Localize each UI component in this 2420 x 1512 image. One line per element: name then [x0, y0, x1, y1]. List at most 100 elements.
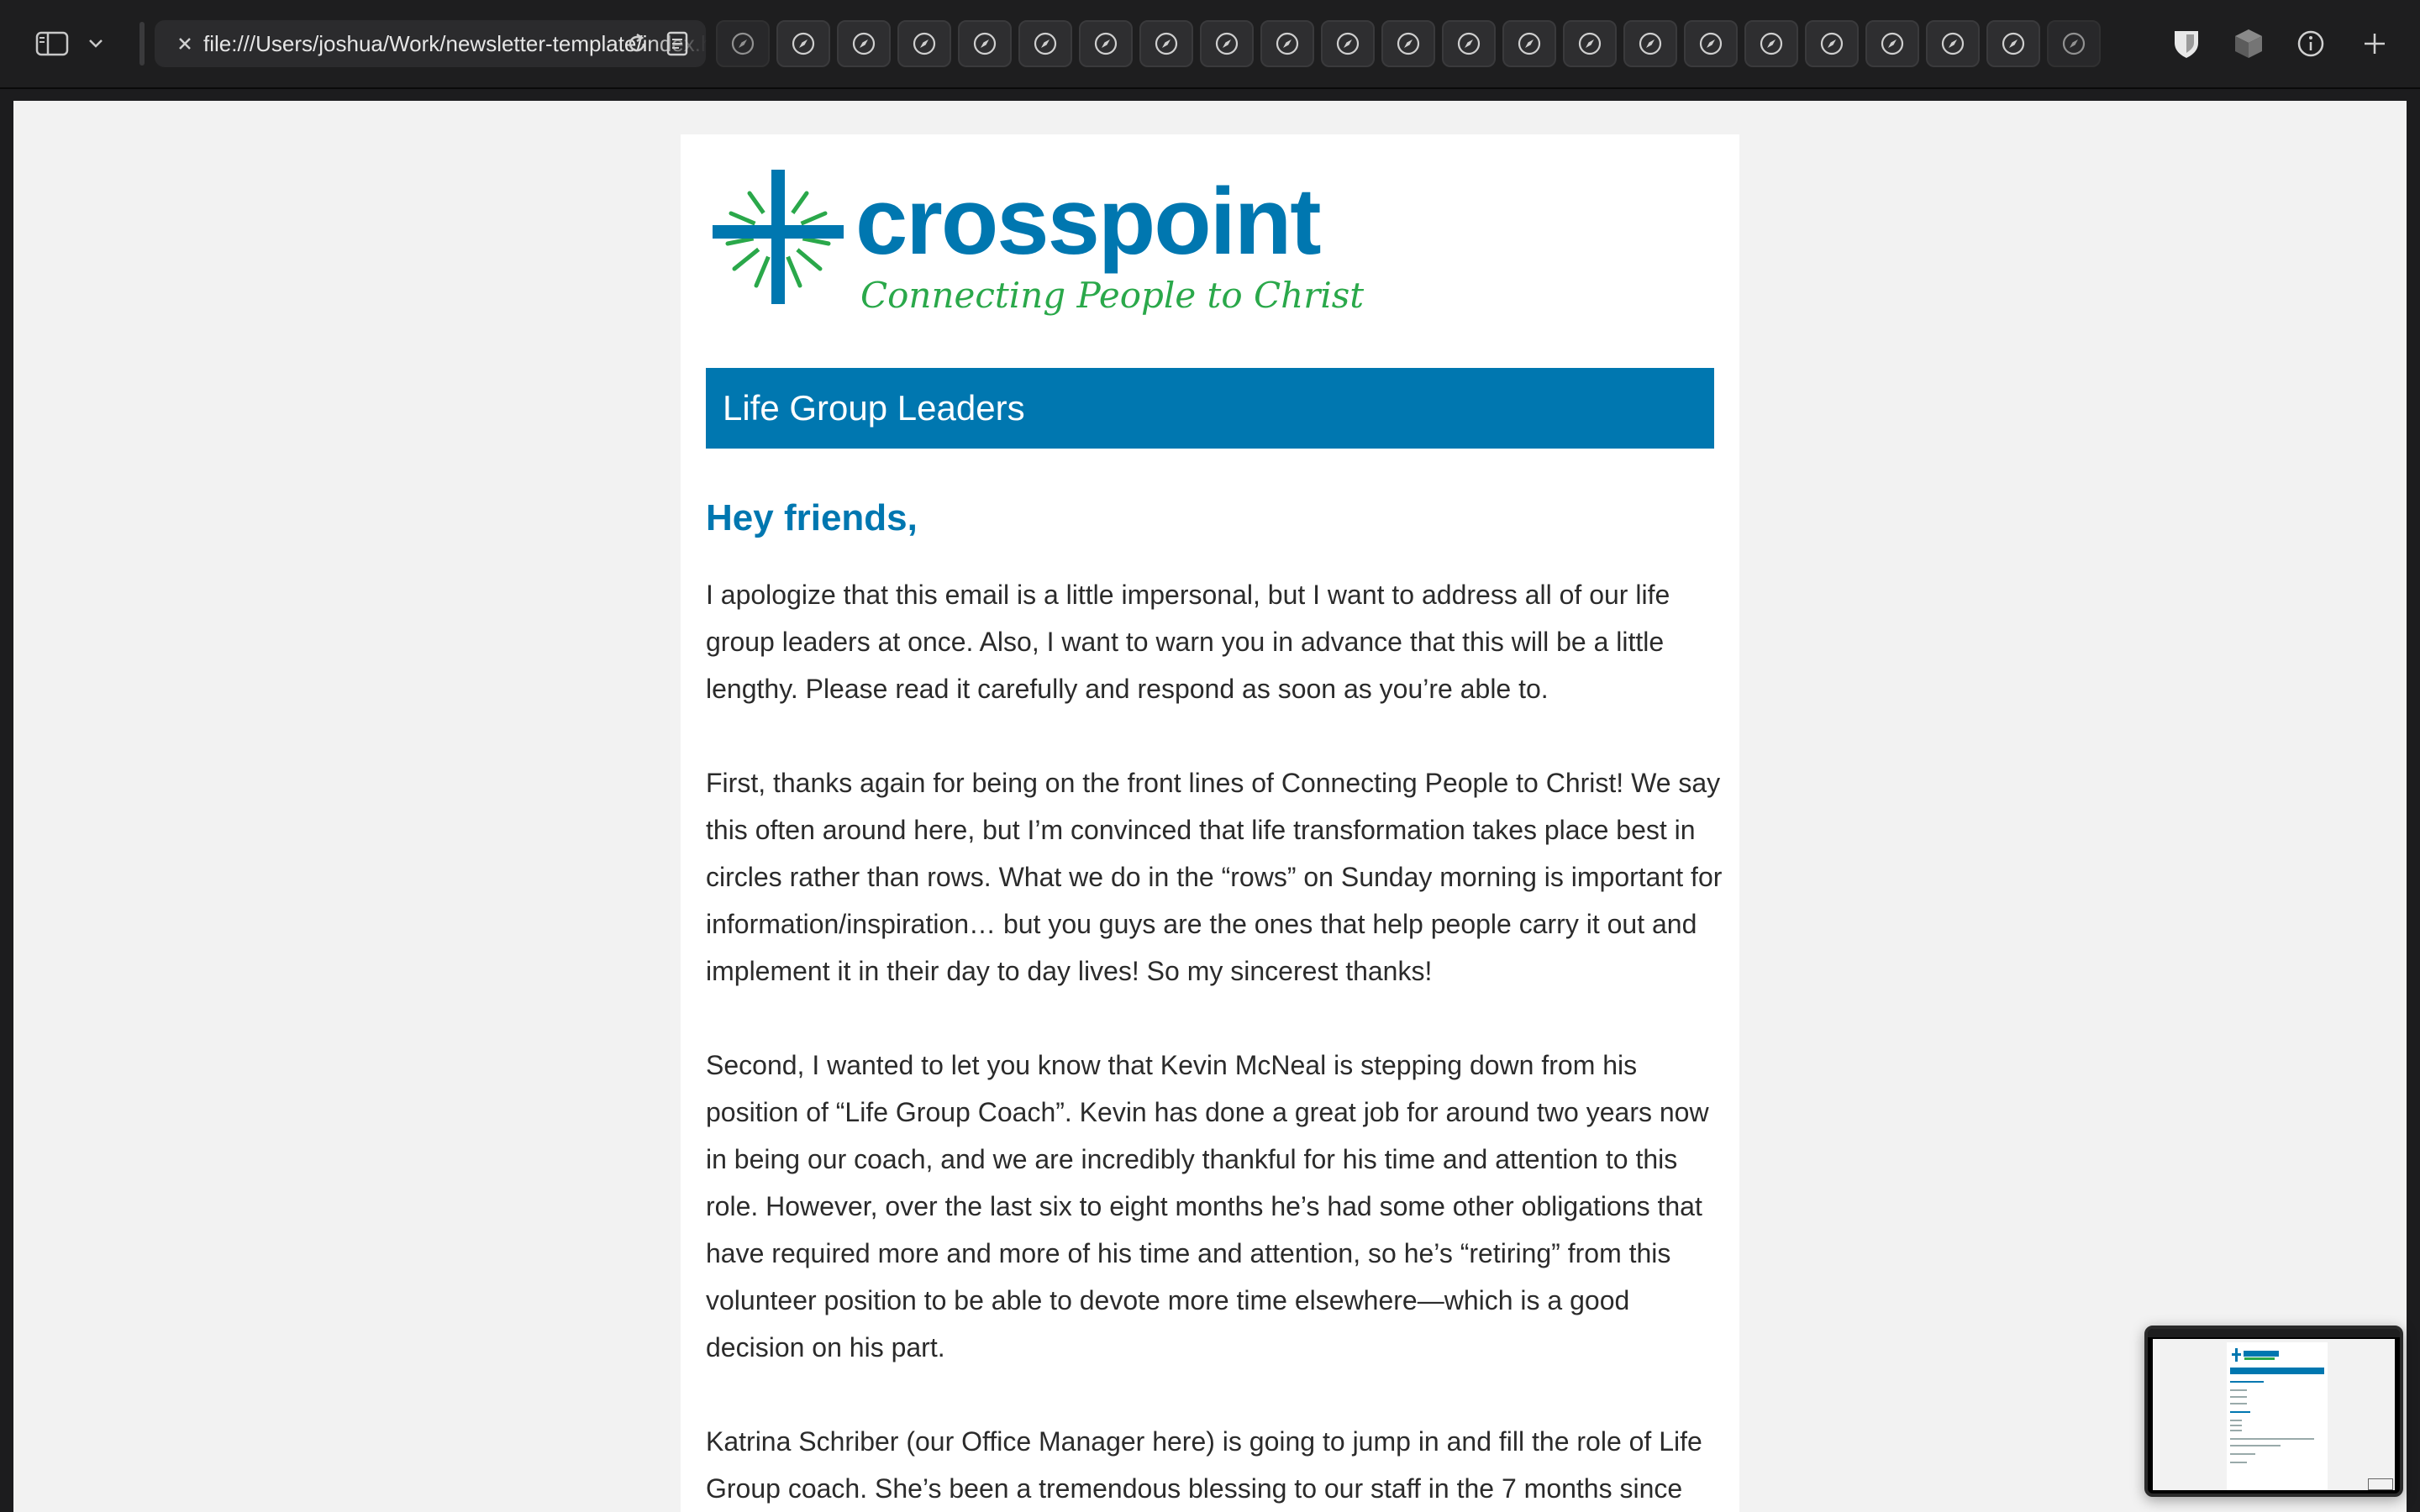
- browser-tab[interactable]: [1502, 20, 1556, 67]
- sidebar-icon: [35, 31, 69, 56]
- thumbnail-line: [2230, 1453, 2255, 1455]
- compass-icon: [973, 32, 997, 55]
- thumbnail-line: [2230, 1420, 2242, 1421]
- compass-icon: [1397, 32, 1420, 55]
- crosspoint-logo[interactable]: crosspoint Connecting People to Christ: [711, 160, 1400, 319]
- compass-icon: [1155, 32, 1178, 55]
- sidebar-toggle-button[interactable]: [30, 24, 74, 64]
- browser-tab[interactable]: [1200, 20, 1254, 67]
- chevron-down-icon: [89, 39, 103, 48]
- browser-tab[interactable]: [1926, 20, 1980, 67]
- thumbnail-logo: [2232, 1348, 2279, 1362]
- browser-tab[interactable]: [2047, 20, 2101, 67]
- reload-button[interactable]: [617, 24, 657, 64]
- compass-icon: [852, 32, 876, 55]
- thumbnail-toolbar: [2148, 1329, 2400, 1337]
- browser-tab[interactable]: [1805, 20, 1859, 67]
- browser-tab[interactable]: [1986, 20, 2040, 67]
- section-banner: Life Group Leaders: [706, 368, 1714, 449]
- greeting-heading: Hey friends,: [706, 497, 918, 538]
- stop-loading-button[interactable]: [165, 24, 205, 64]
- thumbnail-line: [2230, 1462, 2247, 1463]
- thumbnail-line: [2230, 1425, 2242, 1426]
- thumbnail-line: [2230, 1403, 2247, 1404]
- thumbnail-line: [2230, 1445, 2281, 1446]
- body-paragraph: Katrina Schriber (our Office Manager her…: [706, 1426, 1702, 1504]
- body-paragraph: First, thanks again for being on the fro…: [706, 768, 1723, 986]
- compass-icon: [792, 32, 815, 55]
- web-page-viewport[interactable]: crosspoint Connecting People to Christ L…: [13, 101, 2407, 1512]
- thumbnail-line: [2230, 1438, 2314, 1440]
- window-thumbnail-preview[interactable]: [2144, 1326, 2403, 1497]
- body-paragraph: I apologize that this email is a little …: [706, 580, 1670, 704]
- reload-icon: [629, 33, 645, 52]
- plus-icon: [2365, 34, 2385, 54]
- browser-tab[interactable]: [1744, 20, 1798, 67]
- browser-tab[interactable]: [897, 20, 951, 67]
- logo-tagline: Connecting People to Christ: [860, 275, 1364, 316]
- browser-tab[interactable]: [1865, 20, 1919, 67]
- thumbnail-line: [2230, 1396, 2247, 1398]
- compass-icon: [1881, 32, 1904, 55]
- compass-icon: [1276, 32, 1299, 55]
- thumbnail-banner: [2230, 1368, 2324, 1374]
- browser-tab[interactable]: [1623, 20, 1677, 67]
- tab-group-menu-button[interactable]: [77, 24, 114, 64]
- thumbnail-line: [2230, 1381, 2264, 1383]
- browser-tab[interactable]: [837, 20, 891, 67]
- compact-tab-strip: [716, 20, 2148, 69]
- compass-icon: [1215, 32, 1239, 55]
- compass-icon: [913, 32, 936, 55]
- compass-icon: [1639, 32, 1662, 55]
- thumbnail-email: [2227, 1342, 2328, 1490]
- browser-tab[interactable]: [716, 20, 770, 67]
- browser-tab[interactable]: [1381, 20, 1435, 67]
- thumbnail-line: [2230, 1411, 2250, 1413]
- browser-tab[interactable]: [1139, 20, 1193, 67]
- info-button[interactable]: [2289, 24, 2333, 64]
- privacy-extension-button[interactable]: [2165, 24, 2208, 64]
- compass-icon: [1336, 32, 1360, 55]
- body-paragraph: Second, I wanted to let you know that Ke…: [706, 1050, 1709, 1362]
- address-bar[interactable]: file:///Users/joshua/Work/newsletter-tem…: [155, 20, 708, 67]
- compass-icon: [2002, 32, 2025, 55]
- compass-icon: [1699, 32, 1723, 55]
- compass-icon: [1518, 32, 1541, 55]
- shield-icon: [2175, 31, 2198, 58]
- compass-icon: [1578, 32, 1602, 55]
- browser-tab[interactable]: [1442, 20, 1496, 67]
- browser-tab[interactable]: [776, 20, 830, 67]
- thumbnail-line: [2230, 1389, 2247, 1391]
- new-tab-button[interactable]: [2353, 24, 2396, 64]
- compass-icon: [1034, 32, 1057, 55]
- compass-icon: [1760, 32, 1783, 55]
- thumbnail-corner: [2368, 1478, 2393, 1490]
- browser-toolbar: file:///Users/joshua/Work/newsletter-tem…: [0, 0, 2420, 89]
- info-icon: [2297, 30, 2324, 57]
- compass-icon: [2062, 32, 2086, 55]
- logo-wordmark: crosspoint: [855, 169, 1320, 274]
- browser-tab[interactable]: [1018, 20, 1072, 67]
- thumbnail-line: [2230, 1430, 2242, 1431]
- compass-icon: [1941, 32, 1965, 55]
- banner-title: Life Group Leaders: [723, 388, 1025, 428]
- email-body: I apologize that this email is a little …: [706, 571, 1723, 1512]
- thumbnail-page: [2153, 1339, 2395, 1490]
- toolbar-divider: [139, 22, 145, 66]
- browser-tab[interactable]: [1684, 20, 1738, 67]
- compass-icon: [731, 32, 755, 55]
- close-icon: [179, 38, 191, 50]
- email-newsletter: crosspoint Connecting People to Christ L…: [681, 134, 1739, 1512]
- reader-icon: [666, 31, 688, 56]
- browser-tab[interactable]: [1260, 20, 1314, 67]
- browser-tab[interactable]: [1563, 20, 1617, 67]
- browser-tab[interactable]: [1321, 20, 1375, 67]
- compass-icon: [1457, 32, 1481, 55]
- browser-tab[interactable]: [1079, 20, 1133, 67]
- extension-button[interactable]: [2227, 24, 2270, 64]
- cube-icon: [2235, 29, 2262, 58]
- crosspoint-logo-graphic: crosspoint Connecting People to Christ: [713, 169, 1364, 316]
- browser-tab[interactable]: [958, 20, 1012, 67]
- compass-icon: [1094, 32, 1118, 55]
- reader-button[interactable]: [657, 24, 697, 64]
